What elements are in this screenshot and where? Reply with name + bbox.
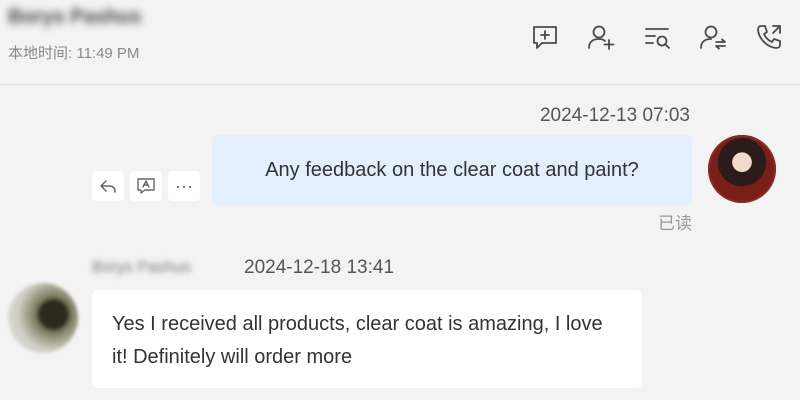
chat-messages: 2024-12-13 07:03 ··· Any feedback on the… [0,85,800,400]
transfer-contact-button[interactable] [696,20,730,54]
local-time: 本地时间: 11:49 PM [8,45,140,62]
translate-button[interactable] [130,171,162,201]
header-actions [528,20,786,54]
incoming-message-bubble[interactable]: Yes I received all products, clear coat … [92,290,642,388]
add-contact-button[interactable] [584,20,618,54]
message-actions: ··· [92,171,200,201]
translate-icon [137,178,155,194]
message-text: Any feedback on the clear coat and paint… [265,158,639,181]
search-messages-icon [645,28,670,49]
reply-icon [100,180,116,193]
add-comment-icon [533,26,557,49]
add-contact-icon [588,25,615,50]
reply-button[interactable] [92,171,124,201]
call-icon [757,25,781,49]
message-timestamp: 2024-12-13 07:03 [539,105,690,126]
outgoing-message-bubble[interactable]: Any feedback on the clear coat and paint… [212,135,692,205]
contact-name: Borys Pashus [8,6,142,28]
more-icon: ··· [175,175,193,196]
message-text: Yes I received all products, clear coat … [112,313,603,368]
message-timestamp: 2024-12-18 13:41 [244,257,395,278]
sender-name: Borys Pashus [92,259,191,276]
more-button[interactable]: ··· [168,171,200,201]
search-messages-button[interactable] [640,20,674,54]
avatar[interactable] [708,135,776,203]
read-status: 已读 [658,214,692,233]
call-button[interactable] [752,20,786,54]
avatar[interactable] [8,283,78,353]
chat-header: Borys Pashus 本地时间: 11:49 PM [0,0,800,85]
transfer-contact-icon [700,25,726,50]
add-comment-button[interactable] [528,20,562,54]
